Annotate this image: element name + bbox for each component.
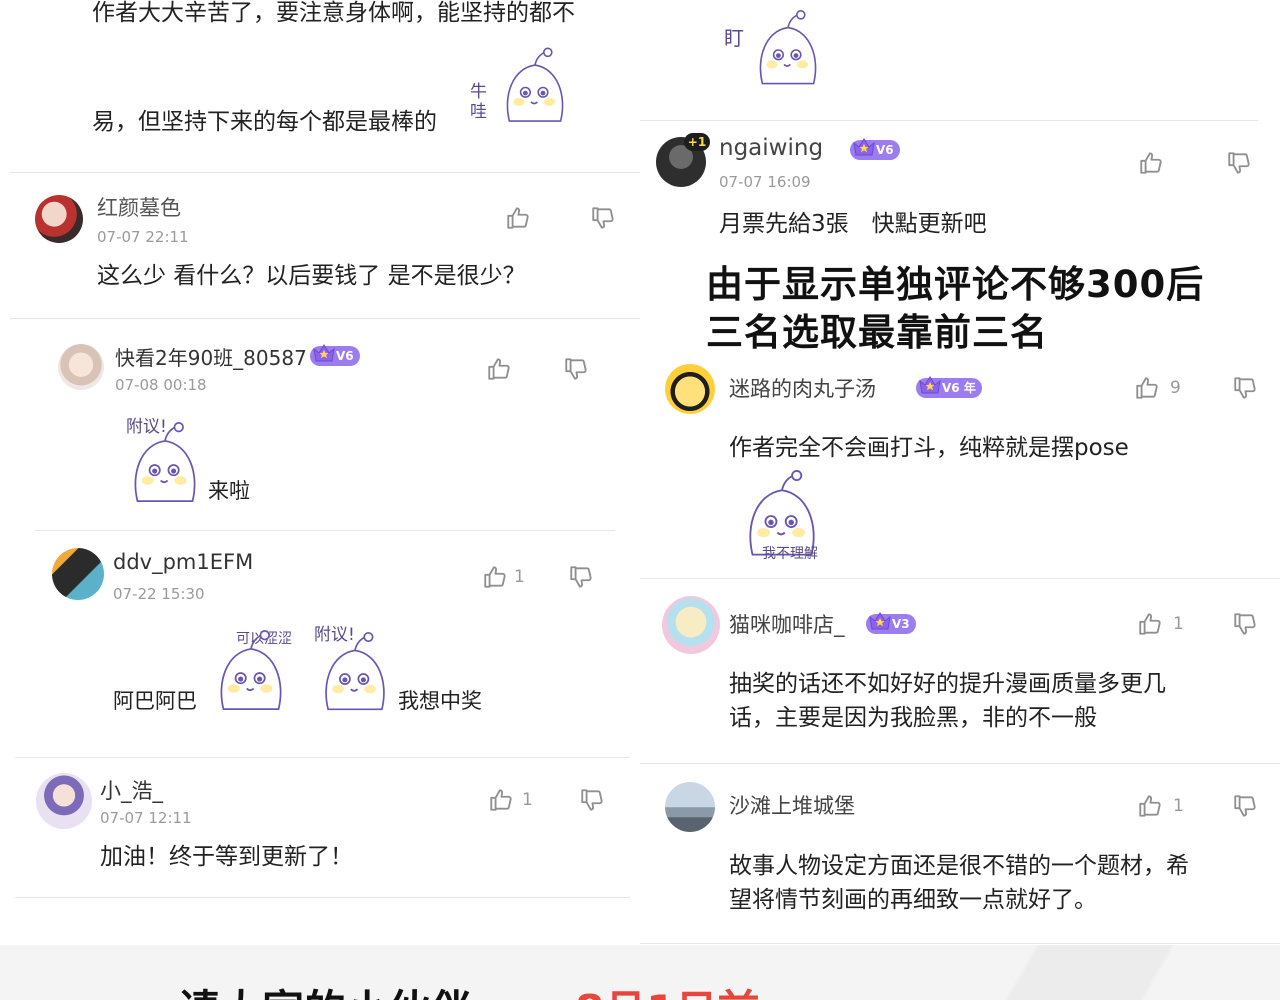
sticker-caption: 盯 — [724, 26, 744, 50]
comment-text: 阿巴阿巴 — [113, 689, 197, 713]
thumbs-up-icon[interactable] — [486, 356, 512, 382]
cartoon-sticker — [495, 40, 575, 135]
divider — [640, 120, 1258, 121]
vip-level-badge: V6 — [310, 346, 360, 366]
divider — [640, 943, 1280, 944]
badge-label: V6 — [876, 143, 894, 157]
comment-text: 作者大大辛苦了，要注意身体啊，能坚持的都不 — [92, 0, 575, 26]
comment-text: 抽奖的话还不如好好的提升漫画质量多更几 — [729, 671, 1166, 697]
badge-label: V3 — [892, 617, 910, 631]
thumbs-down-icon[interactable] — [1232, 611, 1258, 637]
cartoon-sticker — [206, 630, 296, 716]
thumbs-down-icon[interactable] — [1226, 150, 1252, 176]
thumbs-up-icon[interactable] — [1134, 375, 1160, 401]
comment-text: 加油！终于等到更新了！ — [100, 844, 353, 870]
comment-text: 话，主要是因为我脸黑，非的不一般 — [729, 705, 1097, 731]
badge-label: V6 — [336, 349, 354, 363]
comment-text: 我想中奖 — [398, 689, 482, 713]
thumbs-up-icon[interactable] — [488, 787, 514, 813]
cartoon-sticker — [120, 422, 210, 508]
like-count: 1 — [1173, 796, 1184, 816]
thumbs-up-icon[interactable] — [505, 205, 531, 231]
divider — [640, 763, 1280, 764]
like-count: 1 — [514, 567, 525, 587]
like-count: 9 — [1170, 378, 1181, 398]
avatar[interactable] — [665, 364, 715, 414]
username[interactable]: 红颜墓色 — [97, 192, 181, 222]
sticker-caption: 我不理解 — [762, 546, 818, 562]
right-screenshot-panel: 盯 +1 ngaiwing V6 07-07 16:09 月票先給3張 快點更新… — [640, 0, 1280, 945]
username[interactable]: 沙滩上堆城堡 — [729, 790, 855, 820]
divider — [10, 172, 640, 173]
timestamp: 07-22 15:30 — [113, 585, 205, 603]
avatar[interactable] — [36, 773, 92, 829]
thumbs-down-icon[interactable] — [568, 564, 594, 590]
username[interactable]: 猫咪咖啡店_ — [729, 609, 845, 639]
decorative-stripe — [900, 945, 1280, 1000]
avatar[interactable] — [52, 548, 104, 600]
crown-icon — [868, 609, 892, 633]
cartoon-sticker — [310, 632, 400, 716]
avatar[interactable] — [662, 596, 720, 654]
overlay-annotation: 由于显示单独评论不够300后 — [706, 263, 1205, 306]
timestamp: 07-07 12:11 — [100, 809, 192, 827]
username[interactable]: ddv_pm1EFM — [113, 550, 253, 574]
thumbs-down-icon[interactable] — [590, 205, 616, 231]
sticker-caption: 牛哇 — [470, 82, 487, 122]
avatar-badge: +1 — [684, 133, 710, 151]
vip-level-badge: V3 — [866, 614, 916, 634]
comment-text: 这么少 看什么？以后要钱了 是不是很少？ — [97, 263, 526, 289]
timestamp: 07-07 22:11 — [97, 228, 189, 246]
thumbs-down-icon[interactable] — [579, 787, 605, 813]
divider — [640, 578, 1280, 579]
timestamp: 07-07 16:09 — [719, 173, 811, 191]
username[interactable]: 快看2年90班_80587 — [115, 342, 307, 371]
comment-text: 故事人物设定方面还是很不错的一个题材，希 — [729, 853, 1189, 879]
crown-icon — [918, 373, 942, 397]
promo-date-text: 8月1日前 — [575, 977, 759, 1000]
avatar[interactable] — [58, 344, 104, 390]
comment-text: 作者完全不会画打斗，纯粹就是摆pose — [729, 435, 1129, 461]
crown-icon — [852, 135, 876, 159]
bottom-promo-banner: 请大家的小伙伴 8月1日前 — [0, 945, 1280, 1000]
username[interactable]: 迷路的肉丸子汤 — [729, 373, 876, 403]
badge-label: V6 年 — [942, 381, 976, 395]
divider — [15, 757, 630, 758]
like-count: 1 — [522, 790, 533, 810]
comment-text: 月票先給3張 快點更新吧 — [719, 211, 987, 237]
thumbs-up-icon[interactable] — [482, 564, 508, 590]
comment-text: 来啦 — [208, 479, 250, 503]
thumbs-up-icon[interactable] — [1137, 611, 1163, 637]
divider — [10, 318, 640, 319]
timestamp: 07-08 00:18 — [115, 376, 207, 394]
avatar[interactable] — [665, 782, 715, 832]
divider — [15, 897, 630, 898]
vip-level-badge: V6 — [850, 140, 900, 160]
comment-text: 易，但坚持下来的每个都是最棒的 — [92, 109, 437, 135]
thumbs-up-icon[interactable] — [1137, 793, 1163, 819]
username[interactable]: ngaiwing — [719, 135, 823, 161]
divider — [35, 530, 615, 531]
thumbs-down-icon[interactable] — [563, 356, 589, 382]
cartoon-sticker — [748, 8, 828, 92]
comment-text: 望将情节刻画的再细致一点就好了。 — [729, 887, 1097, 913]
overlay-annotation: 三名选取最靠前三名 — [706, 311, 1048, 354]
thumbs-down-icon[interactable] — [1232, 375, 1258, 401]
vip-level-badge: V6 年 — [916, 378, 982, 398]
thumbs-down-icon[interactable] — [1232, 793, 1258, 819]
avatar[interactable] — [35, 195, 83, 243]
thumbs-up-icon[interactable] — [1138, 150, 1164, 176]
username[interactable]: 小_浩_ — [100, 775, 163, 805]
like-count: 1 — [1173, 614, 1184, 634]
left-screenshot-panel: 作者大大辛苦了，要注意身体啊，能坚持的都不 易，但坚持下来的每个都是最棒的 牛哇… — [0, 0, 640, 945]
promo-text: 请大家的小伙伴 — [178, 977, 472, 1000]
crown-icon — [312, 341, 336, 365]
